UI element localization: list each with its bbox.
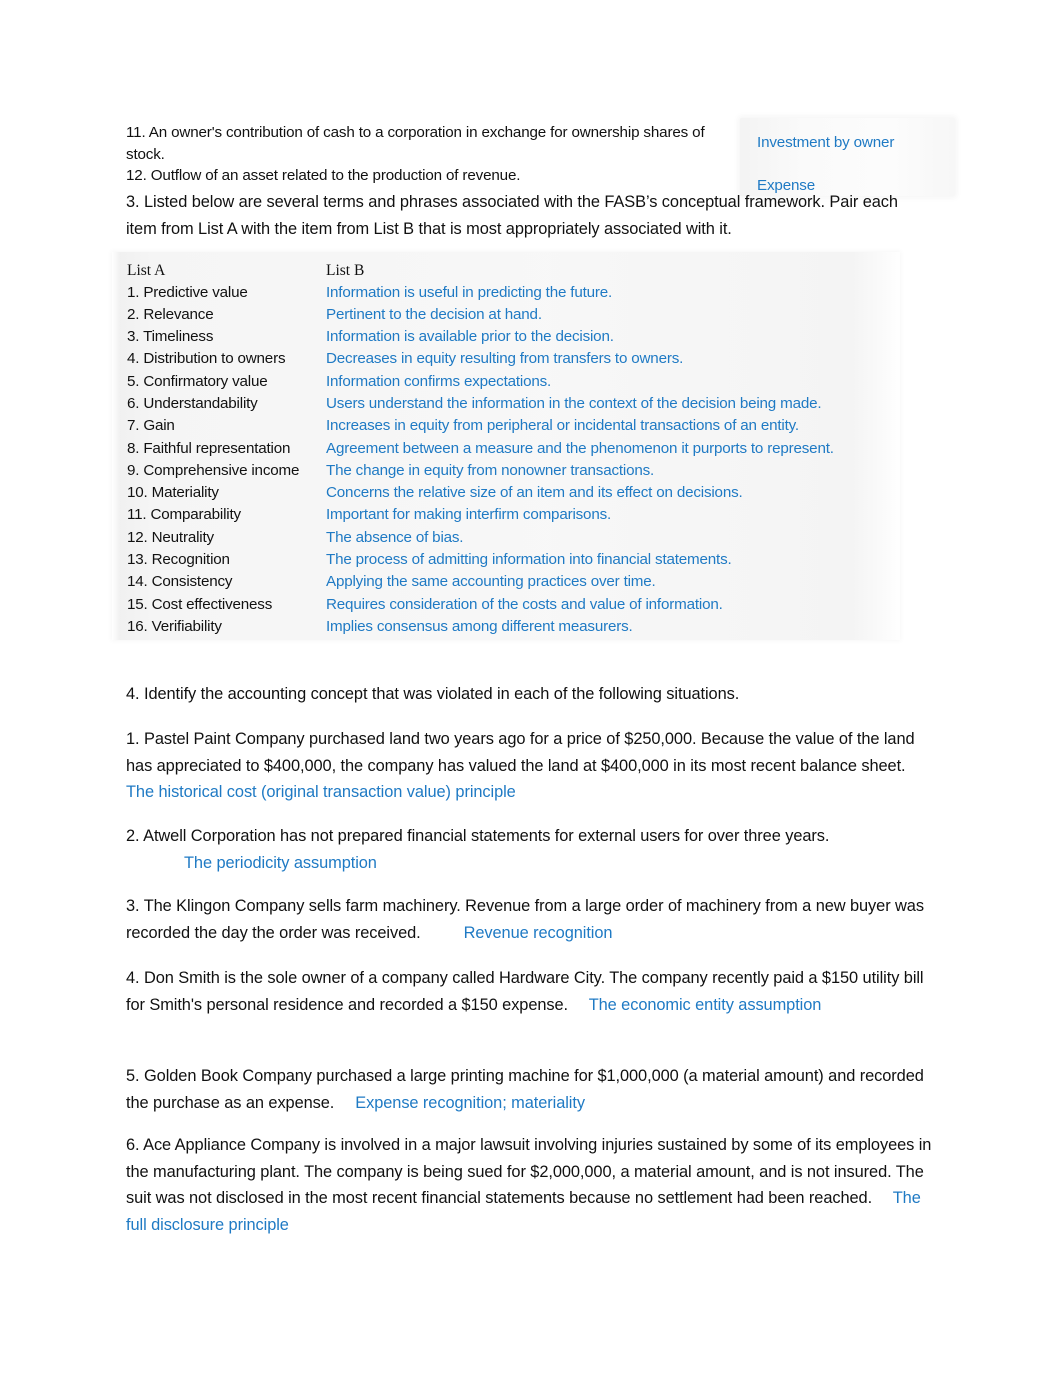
situation-3-answer: Revenue recognition xyxy=(463,923,613,942)
document-page: 11. An owner's contribution of cash to a… xyxy=(0,0,1062,1377)
list-b-item: The change in equity from nonowner trans… xyxy=(326,461,655,479)
list-b-item: Important for making interfirm compariso… xyxy=(326,506,612,524)
list-a-item: 10. Materiality xyxy=(127,484,219,502)
top-item-12-text: Outflow of an asset related to the produ… xyxy=(150,167,521,184)
list-b-item: Decreases in equity resulting from trans… xyxy=(326,350,684,368)
top-answer-1: Investment by owner xyxy=(757,134,895,151)
top-answers-panel: Investment by owner Expense xyxy=(740,118,955,196)
situation-2-text: Atwell Corporation has not prepared fina… xyxy=(143,827,830,845)
list-a-item: 8. Faithful representation xyxy=(127,439,291,457)
situation-3: 3. The Klingon Company sells farm machin… xyxy=(126,893,938,946)
list-b-item: Requires consideration of the costs and … xyxy=(326,595,723,613)
list-b-column: List B Information is useful in predicti… xyxy=(326,260,896,638)
list-a-item: 4. Distribution to owners xyxy=(127,350,286,368)
top-item-11: 11. An owner's contribution of cash to a… xyxy=(126,122,746,165)
situation-3-number: 3. xyxy=(126,897,140,915)
list-a-header: List A xyxy=(127,262,166,279)
situation-2-number: 2. xyxy=(126,827,140,845)
situation-1-number: 1. xyxy=(126,730,140,748)
situation-2-answer: The periodicity assumption xyxy=(184,853,377,872)
list-b-item: Pertinent to the decision at hand. xyxy=(326,305,542,323)
situation-5-number: 5. xyxy=(126,1067,140,1085)
list-a-item: 14. Consistency xyxy=(127,573,233,591)
list-matching-table: List A 1. Predictive value 2. Relevance … xyxy=(112,252,900,640)
list-b-item: Users understand the information in the … xyxy=(326,394,822,412)
list-b-item: Information is useful in predicting the … xyxy=(326,283,613,301)
question-3-intro: 3. Listed below are several terms and ph… xyxy=(126,193,898,238)
situation-1: 1. Pastel Paint Company purchased land t… xyxy=(126,726,938,806)
list-a-column: List A 1. Predictive value 2. Relevance … xyxy=(127,260,332,638)
situation-4: 4. Don Smith is the sole owner of a comp… xyxy=(126,965,938,1018)
list-b-item: The process of admitting information int… xyxy=(326,551,732,569)
situation-5: 5. Golden Book Company purchased a large… xyxy=(126,1063,938,1116)
list-b-header: List B xyxy=(326,262,365,279)
list-a-item: 13. Recognition xyxy=(127,551,230,569)
situation-1-answer: The historical cost (original transactio… xyxy=(126,783,516,802)
list-a-item: 11. Comparability xyxy=(127,506,241,524)
top-item-12-number: 12. xyxy=(126,167,147,184)
top-item-11-text: An owner's contribution of cash to a cor… xyxy=(126,124,705,163)
question-4-heading: 4. Identify the accounting concept that … xyxy=(126,685,740,703)
list-b-item: Implies consensus among different measur… xyxy=(326,617,633,635)
list-a-item: 6. Understandability xyxy=(127,394,258,412)
list-a-item: 16. Verifiability xyxy=(127,617,222,635)
situation-6-number: 6. xyxy=(126,1136,140,1154)
situation-6-text: Ace Appliance Company is involved in a m… xyxy=(126,1136,932,1208)
list-a-item: 12. Neutrality xyxy=(127,528,214,546)
list-a-item: 15. Cost effectiveness xyxy=(127,595,273,613)
list-b-item: Increases in equity from peripheral or i… xyxy=(326,417,799,435)
list-a-item: 7. Gain xyxy=(127,417,175,435)
list-b-item: Information is available prior to the de… xyxy=(326,328,614,346)
list-b-item: Concerns the relative size of an item an… xyxy=(326,484,743,502)
list-b-item: Agreement between a measure and the phen… xyxy=(326,439,834,457)
situation-2: 2. Atwell Corporation has not prepared f… xyxy=(126,823,938,876)
list-a-item: 9. Comprehensive income xyxy=(127,461,300,479)
list-b-item: Information confirms expectations. xyxy=(326,372,552,390)
list-a-item: 2. Relevance xyxy=(127,305,214,323)
situation-6: 6. Ace Appliance Company is involved in … xyxy=(126,1132,938,1238)
list-a-item: 5. Confirmatory value xyxy=(127,372,268,390)
list-a-item: 1. Predictive value xyxy=(127,283,248,301)
list-b-item: Applying the same accounting practices o… xyxy=(326,573,656,591)
list-b-item: The absence of bias. xyxy=(326,528,464,546)
situation-4-answer: The economic entity assumption xyxy=(588,995,822,1014)
situation-1-text: Pastel Paint Company purchased land two … xyxy=(126,730,915,775)
situation-5-answer: Expense recognition; materiality xyxy=(355,1093,585,1112)
top-item-11-number: 11. xyxy=(126,124,146,141)
list-a-item: 3. Timeliness xyxy=(127,328,214,346)
situation-4-number: 4. xyxy=(126,969,140,987)
